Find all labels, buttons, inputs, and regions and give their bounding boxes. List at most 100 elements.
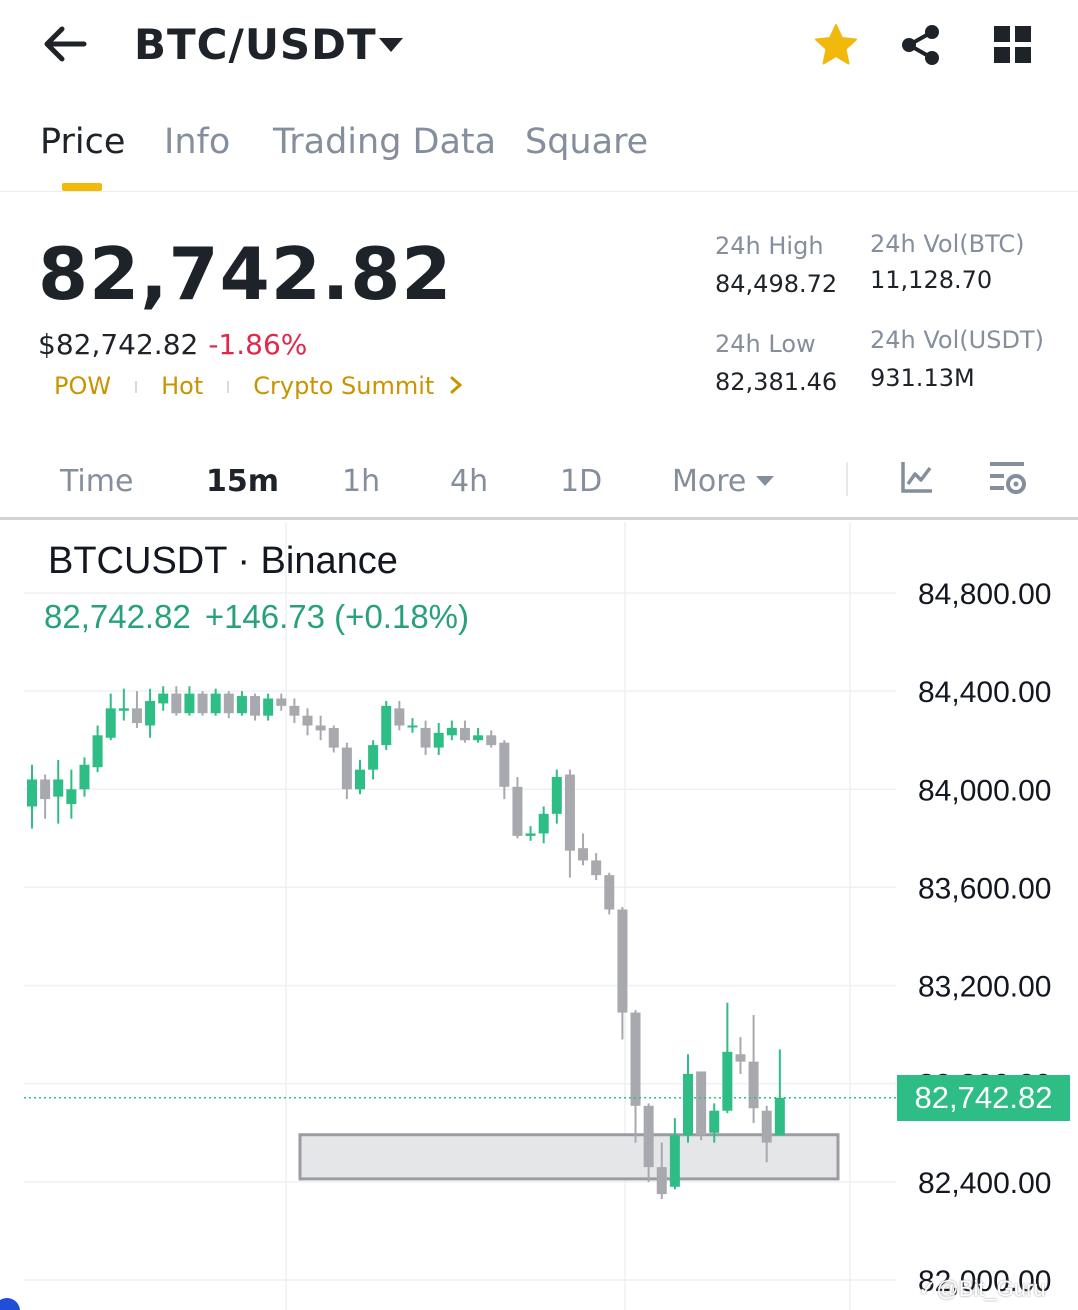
candle-up [381, 705, 392, 746]
candle-up [433, 732, 444, 748]
candle-up [407, 725, 418, 728]
active-tab-indicator [62, 183, 102, 191]
candle-down [643, 1105, 654, 1168]
watermark: ✓@Bit_Guru [918, 1276, 1046, 1301]
candle-down [171, 693, 182, 714]
candle-up [446, 727, 457, 736]
tag-pow[interactable]: POW [54, 372, 111, 400]
tab-info[interactable]: Info [164, 122, 230, 162]
y-axis-tick-label: 83,200.00 [918, 971, 1051, 1004]
tab-square[interactable]: Square [525, 122, 648, 162]
toolbar-divider [846, 462, 848, 496]
tag-crypto-summit[interactable]: Crypto Summit [253, 372, 434, 400]
stat-vol-usdt-label: 24h Vol(USDT) [870, 326, 1044, 354]
candle-up [105, 708, 116, 738]
indicator-chart-icon[interactable] [900, 460, 934, 498]
interval-1d[interactable]: 1D [560, 464, 602, 499]
candle-down [341, 747, 352, 790]
star-icon[interactable] [814, 24, 858, 70]
stat-high-label: 24h High [715, 232, 824, 260]
candlestick-chart[interactable]: 84,800.00 84,400.00 84,000.00 83,600.00 83,2… [0, 522, 1078, 1310]
interval-1h[interactable]: 1h [342, 464, 380, 499]
candle-up [683, 1073, 693, 1136]
candle-down [328, 727, 339, 748]
candle-down [499, 742, 510, 787]
candle-up [145, 700, 156, 726]
share-icon[interactable] [900, 24, 942, 70]
tab-trading-data[interactable]: Trading Data [273, 122, 496, 162]
candle-up [92, 735, 103, 768]
candle-down [250, 696, 261, 716]
candle-up [66, 789, 77, 805]
candle-up [473, 735, 484, 741]
chart-last-price: 82,742.82 [44, 598, 191, 635]
grid-icon[interactable] [994, 26, 1032, 68]
interval-15m[interactable]: 15m [206, 464, 279, 499]
caret-down-icon[interactable] [756, 472, 774, 491]
stat-vol-btc-value: 11,128.70 [870, 266, 993, 294]
section-tabs: Price Info Trading Data Square [0, 108, 1078, 192]
candle-up [184, 693, 195, 714]
tab-price[interactable]: Price [40, 122, 125, 162]
candle-down [617, 909, 628, 1013]
candle-down [289, 705, 300, 716]
chart-settings-icon[interactable] [988, 460, 1028, 500]
candle-down [696, 1071, 707, 1136]
candle-up [538, 813, 549, 834]
price-chart[interactable]: 84,800.00 84,400.00 84,000.00 83,600.00 83,2… [0, 522, 1078, 1310]
tags-row[interactable]: POW Hot Crypto Summit [54, 372, 463, 400]
top-bar: BTC/USDT [0, 0, 1078, 92]
interval-4h[interactable]: 4h [450, 464, 488, 499]
candle-up [722, 1051, 733, 1111]
stat-vol-usdt-value: 931.13M [870, 364, 975, 392]
y-axis-tick-label: 84,800.00 [918, 578, 1051, 611]
candle-down [761, 1110, 772, 1143]
candle-up [355, 769, 365, 790]
candle-down [578, 848, 589, 861]
candle-down [656, 1167, 667, 1195]
stat-high-value: 84,498.72 [715, 270, 838, 298]
y-axis-tick-label: 84,400.00 [918, 676, 1051, 709]
candle-up [669, 1135, 680, 1187]
stat-vol-btc-label: 24h Vol(BTC) [870, 230, 1025, 258]
candle-down [302, 715, 313, 726]
stat-low-label: 24h Low [715, 330, 816, 358]
back-arrow-icon[interactable] [40, 24, 90, 64]
candle-down [197, 693, 208, 714]
last-price: 82,742.82 [38, 232, 453, 316]
candle-down [394, 708, 405, 726]
candle-down [131, 708, 142, 724]
tag-hot[interactable]: Hot [161, 372, 203, 400]
chart-symbol: BTCUSDT · Binance [48, 540, 398, 582]
candle-up [551, 777, 562, 814]
caret-down-icon[interactable] [378, 36, 404, 58]
candle-down [315, 725, 326, 731]
pair-title[interactable]: BTC/USDT [134, 20, 377, 69]
candle-down [604, 875, 615, 910]
tag-divider [135, 381, 138, 393]
candle-up [118, 708, 129, 711]
chart-change: +146.73 (+0.18%) [204, 598, 470, 635]
candle-up [368, 745, 379, 770]
candle-down [564, 774, 575, 851]
candle-up [27, 779, 37, 807]
candle-up [525, 833, 536, 836]
stat-low-value: 82,381.46 [715, 368, 838, 396]
y-axis-tick-label: 84,000.00 [918, 774, 1051, 807]
interval-more[interactable]: More [672, 464, 746, 499]
candle-down [748, 1061, 759, 1109]
interval-time[interactable]: Time [60, 464, 133, 499]
candle-down [735, 1054, 746, 1062]
candle-down [40, 779, 51, 800]
candle-down [459, 727, 470, 741]
current-price-tag: 82,742.82 [897, 1074, 1070, 1121]
candle-up [53, 779, 64, 797]
chevron-right-icon[interactable] [450, 372, 463, 400]
support-zone-box [298, 1133, 840, 1181]
candle-down [420, 727, 431, 748]
candle-up [210, 693, 221, 714]
fiat-price: $82,742.82 [38, 328, 199, 361]
candle-down [223, 693, 234, 714]
candle-up [263, 698, 274, 716]
candle-down [591, 860, 602, 876]
